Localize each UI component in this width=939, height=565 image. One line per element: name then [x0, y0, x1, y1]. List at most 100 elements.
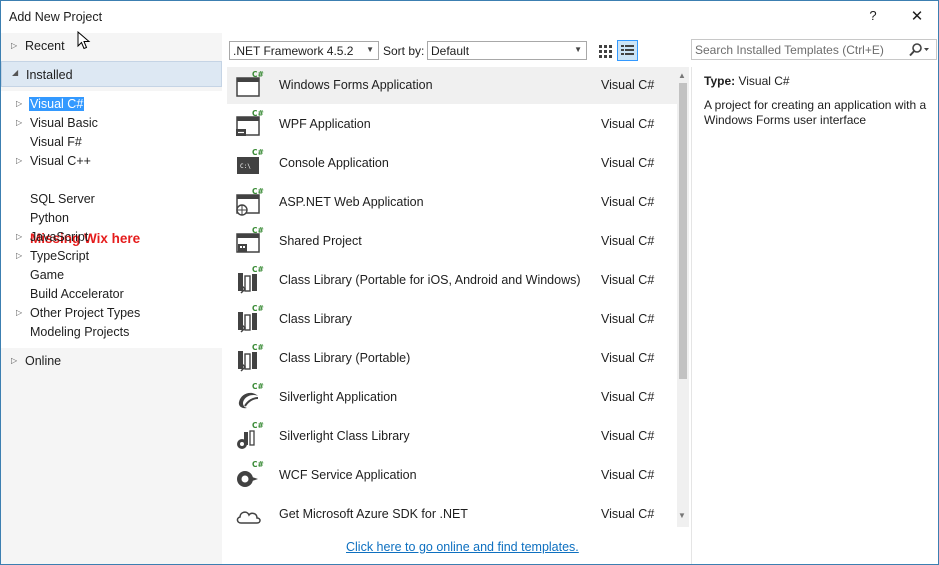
list-view-icon[interactable] [617, 40, 638, 61]
template-name: Silverlight Application [279, 390, 398, 404]
scroll-up-icon[interactable]: ▲ [678, 71, 686, 80]
template-row[interactable]: C:\ C# Console Application Visual C# [227, 145, 677, 182]
template-language: Visual C# [601, 78, 655, 92]
tree-item-label: SQL Server [30, 192, 95, 206]
template-list: C# Windows Forms Application Visual C# C# WP… [227, 67, 677, 527]
template-row[interactable]: C# WCF Service Application Visual C# [227, 457, 677, 494]
tree-item[interactable]: Game [1, 266, 222, 285]
template-row[interactable]: C# WPF Application Visual C# [227, 106, 677, 143]
template-row[interactable]: C# Class Library Visual C# [227, 301, 677, 338]
svg-text:C#: C# [252, 265, 264, 274]
console-icon: C:\ C# [235, 148, 265, 178]
add-new-project-dialog: Add New Project ? ✕ ▷ Recent ◢ Installed… [0, 0, 939, 565]
tree-item-label: Visual C# [29, 97, 85, 111]
sort-value: Default [431, 44, 470, 58]
framework-value: .NET Framework 4.5.2 [233, 44, 354, 58]
template-row[interactable]: C# Shared Project Visual C# [227, 223, 677, 260]
expand-arrow-icon[interactable]: ▷ [16, 251, 22, 260]
svg-text:C#: C# [252, 421, 264, 430]
tree-item[interactable]: ▷ JavaScript [1, 228, 222, 247]
tree-item-label: Modeling Projects [30, 325, 130, 339]
template-row[interactable]: C# Class Library (Portable) Visual C# [227, 340, 677, 377]
tree-item[interactable]: ▷ TypeScript [1, 247, 222, 266]
help-button[interactable]: ? [863, 8, 883, 26]
silverlight-library-icon: C# [235, 421, 265, 451]
svg-text:C#: C# [252, 382, 264, 391]
tree-item-label: JavaScript [30, 230, 89, 244]
framework-select[interactable]: .NET Framework 4.5.2 ▼ [229, 41, 379, 60]
search-icon[interactable] [908, 42, 929, 58]
template-list-scrollbar[interactable]: ▲ ▼ [677, 67, 689, 527]
tree-item[interactable]: ▷ Other Project Types [1, 304, 222, 323]
expand-arrow-icon[interactable]: ▷ [16, 308, 22, 317]
template-name: Windows Forms Application [279, 78, 433, 92]
tree-item[interactable]: ▷ Visual Basic [1, 114, 222, 133]
details-divider [691, 67, 692, 564]
svg-text:C#: C# [252, 460, 264, 469]
template-search [691, 39, 937, 60]
installed-section[interactable]: ◢ Installed [1, 61, 222, 87]
scroll-down-icon[interactable]: ▼ [678, 511, 686, 520]
recent-section[interactable]: ▷ Recent [1, 33, 222, 59]
recent-label: Recent [25, 39, 65, 53]
class-library-icon: C# [235, 304, 265, 334]
close-button[interactable]: ✕ [906, 7, 928, 27]
online-templates-link[interactable]: Click here to go online and find templat… [346, 540, 579, 554]
type-value: Visual C# [738, 74, 790, 88]
tree-item[interactable]: Modeling Projects [1, 323, 222, 342]
template-row[interactable]: C# Windows Forms Application Visual C# [227, 67, 677, 104]
template-language: Visual C# [601, 429, 655, 443]
svg-text:C#: C# [252, 187, 264, 196]
template-name: WPF Application [279, 117, 371, 131]
wcf-icon: C# [235, 460, 265, 490]
tree-item[interactable]: Python [1, 209, 222, 228]
chevron-down-icon: ▼ [574, 45, 582, 54]
svg-text:C#: C# [252, 109, 264, 118]
cloud-icon [235, 499, 265, 529]
tree-item[interactable]: Visual F# [1, 133, 222, 152]
online-section[interactable]: ▷ Online [1, 348, 222, 374]
tree-item-label: Visual Basic [30, 116, 98, 130]
tree-item-label: Other Project Types [30, 306, 141, 320]
template-row[interactable]: C# Class Library (Portable for iOS, Andro… [227, 262, 677, 299]
expand-arrow-icon[interactable]: ▷ [16, 232, 22, 241]
template-name: Silverlight Class Library [279, 429, 410, 443]
shared-project-icon: C# [235, 226, 265, 256]
tree-item[interactable]: Build Accelerator [1, 285, 222, 304]
template-name: Class Library (Portable for iOS, Android… [279, 273, 581, 287]
template-name: Get Microsoft Azure SDK for .NET [279, 507, 468, 521]
template-name: WCF Service Application [279, 468, 417, 482]
template-language: Visual C# [601, 312, 655, 326]
sort-select[interactable]: Default ▼ [427, 41, 587, 60]
template-language: Visual C# [601, 390, 655, 404]
windows-forms-icon: C# [235, 70, 265, 100]
tree-item-label: Python [30, 211, 69, 225]
template-row[interactable]: Get Microsoft Azure SDK for .NET Visual C… [227, 496, 677, 533]
template-language: Visual C# [601, 273, 655, 287]
wpf-icon: C# [235, 109, 265, 139]
template-row[interactable]: C# Silverlight Application Visual C# [227, 379, 677, 416]
expand-arrow-icon: ▷ [11, 41, 18, 50]
scrollbar-thumb[interactable] [679, 83, 687, 379]
tree-item[interactable]: SQL Server [1, 190, 222, 209]
expand-arrow-icon[interactable]: ▷ [16, 99, 22, 108]
mouse-cursor-icon [77, 31, 91, 50]
svg-text:C#: C# [252, 226, 264, 235]
collapse-arrow-icon: ◢ [12, 68, 19, 77]
details-pane: Type: Visual C# A project for creating a… [704, 74, 934, 128]
expand-arrow-icon[interactable]: ▷ [16, 156, 22, 165]
grid-view-icon[interactable] [595, 41, 615, 60]
expand-arrow-icon[interactable]: ▷ [16, 118, 22, 127]
template-row[interactable]: C# Silverlight Class Library Visual C# [227, 418, 677, 455]
category-tree: Missing Wix here ▷ Visual C# ▷ Visual Basic… [1, 91, 222, 348]
tree-item[interactable]: ▷ Visual C# [1, 95, 222, 114]
sort-by-label: Sort by: [383, 44, 425, 58]
tree-item[interactable]: ▷ Visual C++ [1, 152, 222, 171]
search-input[interactable] [695, 42, 900, 58]
installed-label: Installed [26, 68, 73, 82]
template-name: Shared Project [279, 234, 362, 248]
expand-arrow-icon: ▷ [11, 356, 18, 365]
template-language: Visual C# [601, 117, 655, 131]
chevron-down-icon: ▼ [366, 45, 374, 54]
template-row[interactable]: C# ASP.NET Web Application Visual C# [227, 184, 677, 221]
